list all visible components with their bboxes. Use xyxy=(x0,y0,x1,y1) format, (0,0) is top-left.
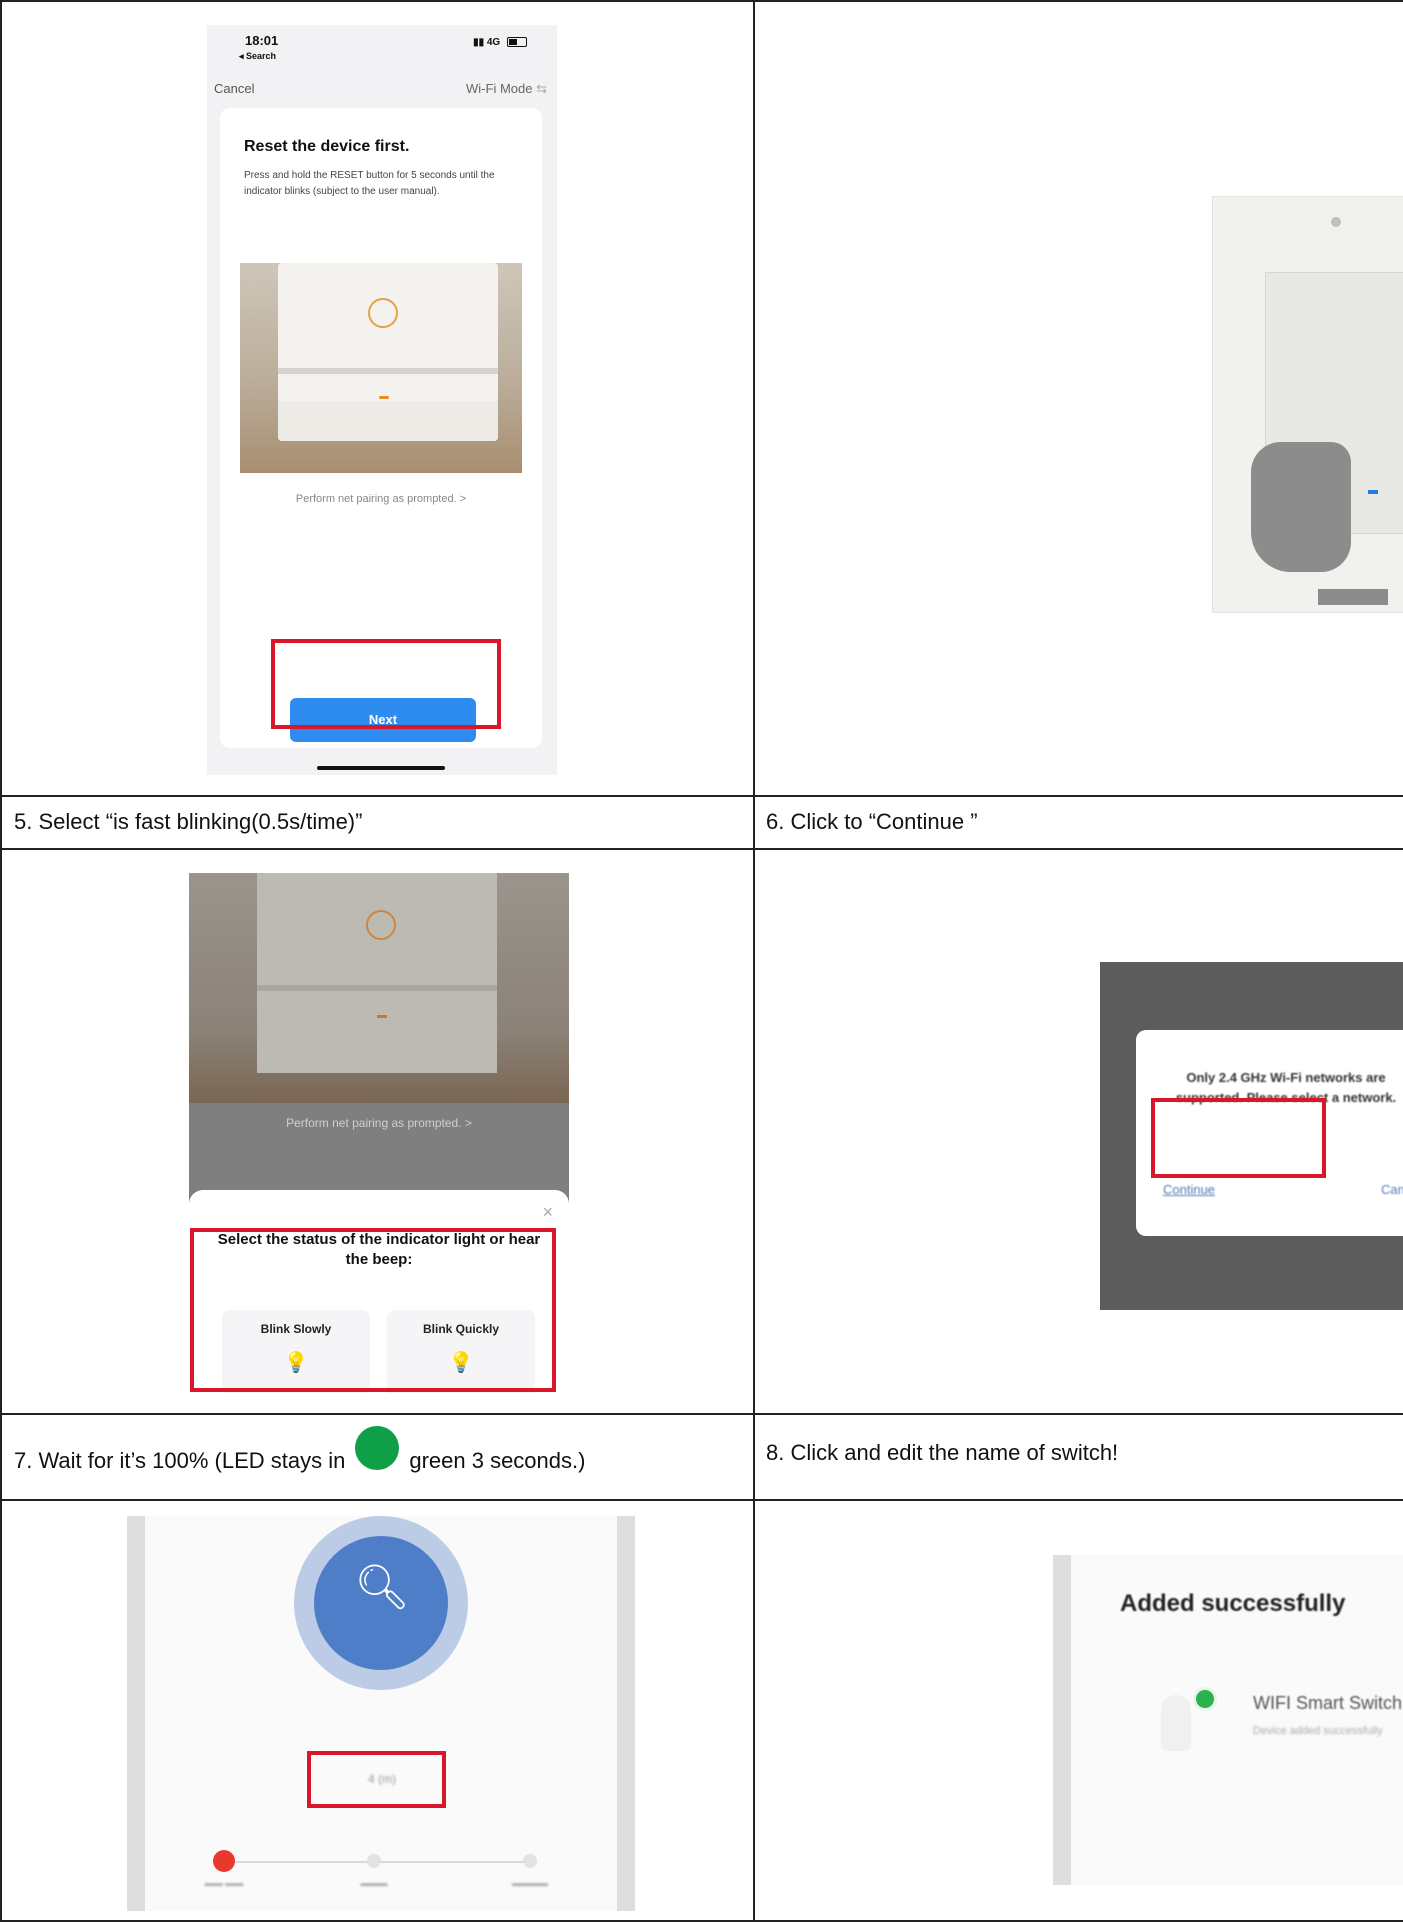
device-band xyxy=(257,985,497,991)
pairing-link[interactable]: Perform net pairing as prompted. > xyxy=(189,1116,569,1130)
device-body xyxy=(257,873,497,1073)
continue-button[interactable]: Continue xyxy=(1163,1182,1215,1197)
added-success-screenshot: Added successfully WIFI Smart Switch Dev… xyxy=(1053,1555,1403,1885)
dialog-cancel-button[interactable]: Cancel xyxy=(1381,1182,1403,1197)
device-photo-dimmed xyxy=(189,873,569,1103)
step-dot xyxy=(367,1854,381,1868)
wifi-mode-link[interactable]: Wi-Fi Mode ⇆ xyxy=(466,81,547,97)
row-divider-1 xyxy=(0,795,1403,797)
device-band xyxy=(278,368,498,374)
highlight-progress xyxy=(307,1751,446,1808)
step-track xyxy=(227,1861,537,1863)
green-led-icon xyxy=(355,1426,400,1470)
row-divider-3 xyxy=(0,1413,1403,1415)
pairing-link[interactable]: Perform net pairing as prompted. > xyxy=(220,493,542,505)
highlight-blink-options xyxy=(190,1228,556,1392)
battery-icon xyxy=(507,37,527,48)
status-time: 18:01 xyxy=(245,33,279,48)
caption-step6: 6. Click to “Continue ” xyxy=(766,809,978,834)
left-edge xyxy=(127,1516,145,1911)
step-dot-active xyxy=(213,1850,235,1872)
row-divider-2 xyxy=(0,848,1403,850)
indicator-led xyxy=(379,396,389,399)
success-title: Added successfully xyxy=(1120,1590,1346,1617)
signal-icon: ▮▮ xyxy=(473,37,487,48)
table-border-top xyxy=(0,0,1403,2)
table-border-left xyxy=(0,0,2,1922)
highlight-continue xyxy=(1151,1098,1326,1178)
row-divider-4 xyxy=(0,1499,1403,1501)
table-border-middle xyxy=(753,0,755,1922)
step-label: ▬▬▬ xyxy=(360,1878,388,1888)
search-icon: 🔍︎ xyxy=(354,1563,410,1612)
screw-icon xyxy=(1331,217,1341,227)
progress-screenshot: 🔍︎ 4 (m) ▬▬ ▬▬ ▬▬▬ ▬▬▬▬ xyxy=(127,1516,635,1911)
bulb-icon xyxy=(1161,1695,1191,1751)
check-dot-icon xyxy=(1193,1687,1217,1711)
switch-base xyxy=(1318,589,1388,605)
reset-description: Press and hold the RESET button for 5 se… xyxy=(244,170,495,197)
swap-icon: ⇆ xyxy=(536,81,547,96)
device-name[interactable]: WIFI Smart Switch xyxy=(1253,1693,1402,1714)
device-body xyxy=(278,263,498,441)
right-edge xyxy=(617,1516,635,1911)
indicator-led xyxy=(377,1015,387,1018)
caption-step8: 8. Click and edit the name of switch! xyxy=(766,1440,1119,1465)
hand-pointer-icon xyxy=(1251,442,1351,572)
power-icon xyxy=(366,910,396,940)
page-title: Reset the device first. xyxy=(244,138,410,155)
switch-press-illustration xyxy=(1212,196,1403,613)
status-network: ▮▮ 4G xyxy=(473,37,527,48)
step-label: ▬▬ ▬▬ xyxy=(204,1878,244,1888)
left-edge xyxy=(1053,1555,1071,1885)
step-label: ▬▬▬▬ xyxy=(512,1878,548,1888)
power-icon xyxy=(368,298,398,328)
cancel-link[interactable]: Cancel xyxy=(214,81,254,96)
home-indicator xyxy=(317,766,445,770)
close-icon[interactable]: × xyxy=(542,1202,553,1223)
switch-led xyxy=(1368,490,1378,494)
device-photo xyxy=(240,263,522,473)
step-dot xyxy=(523,1854,537,1868)
caption-step5: 5. Select “is fast blinking(0.5s/time)” xyxy=(14,809,363,834)
highlight-next xyxy=(271,639,501,729)
device-status: Device added successfully xyxy=(1253,1725,1383,1737)
status-back-search: ◂ Search xyxy=(239,51,277,61)
caption-step7: 7. Wait for it’s 100% (LED stays in green… xyxy=(14,1426,585,1484)
